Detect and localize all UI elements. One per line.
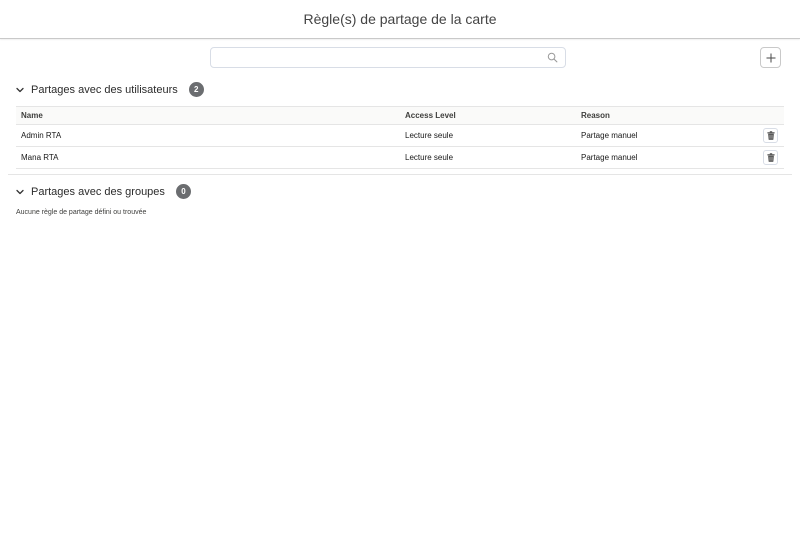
- row-name: Mana RTA: [21, 153, 59, 162]
- users-table: Name Access Level Reason Admin RTA Lectu…: [16, 106, 784, 169]
- table-row: Admin RTA Lecture seule Partage manuel: [16, 125, 784, 147]
- modal-header: Règle(s) de partage de la carte: [0, 0, 800, 39]
- row-access-level: Lecture seule: [405, 131, 454, 140]
- row-reason: Partage manuel: [581, 153, 638, 162]
- chevron-down-icon: [16, 87, 24, 92]
- search-field[interactable]: [210, 47, 566, 68]
- add-sharing-button[interactable]: [760, 47, 781, 68]
- page-title: Règle(s) de partage de la carte: [303, 10, 497, 27]
- column-header-name[interactable]: Name: [21, 111, 43, 120]
- trash-icon: [766, 153, 775, 162]
- row-access-level: Lecture seule: [405, 153, 454, 162]
- delete-button[interactable]: [763, 150, 778, 165]
- chevron-down-icon: [16, 189, 24, 194]
- groups-section-toggle[interactable]: Partages avec des groupes 0: [15, 184, 191, 199]
- table-header-row: Name Access Level Reason: [16, 106, 784, 125]
- column-header-reason[interactable]: Reason: [581, 111, 610, 120]
- row-name: Admin RTA: [21, 131, 62, 140]
- users-section-toggle[interactable]: Partages avec des utilisateurs 2: [15, 82, 204, 97]
- groups-count-badge: 0: [175, 184, 191, 199]
- groups-section-title: Partages avec des groupes: [31, 185, 165, 198]
- table-row: Mana RTA Lecture seule Partage manuel: [16, 147, 784, 169]
- users-section-title: Partages avec des utilisateurs: [31, 83, 178, 96]
- trash-icon: [766, 131, 775, 140]
- users-count-badge: 2: [188, 82, 204, 97]
- row-reason: Partage manuel: [581, 131, 638, 140]
- plus-icon: [766, 53, 775, 62]
- groups-empty-message: Aucune règle de partage défini ou trouvé…: [16, 209, 147, 216]
- search-icon: [547, 52, 558, 63]
- delete-button[interactable]: [763, 128, 778, 143]
- section-divider: [8, 174, 792, 175]
- column-header-access-level[interactable]: Access Level: [405, 111, 456, 120]
- search-input[interactable]: [211, 49, 547, 68]
